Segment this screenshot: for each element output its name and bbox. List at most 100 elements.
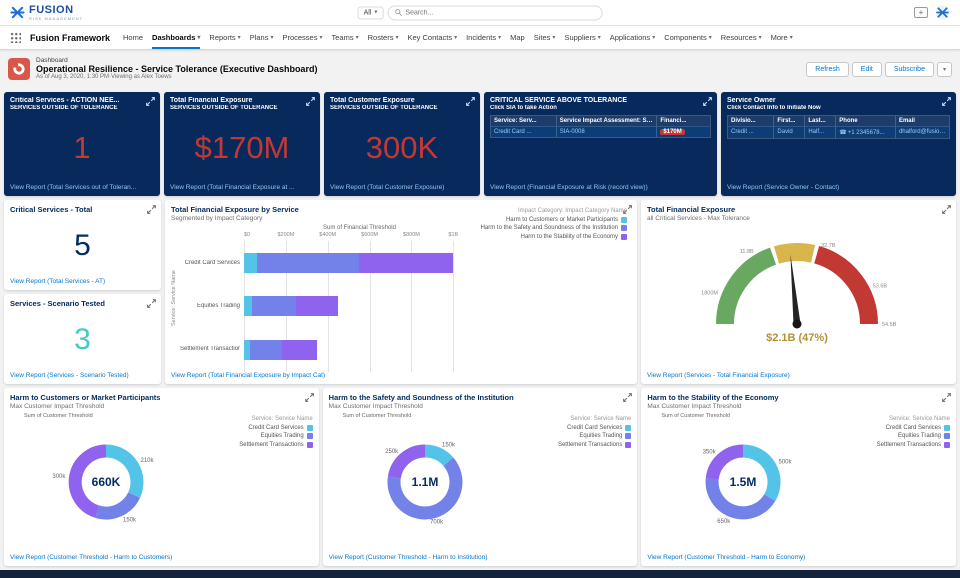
phone-cell[interactable]: ☎+1 2345678... [836, 126, 896, 138]
expand-icon[interactable] [146, 97, 155, 106]
search-input[interactable] [405, 9, 596, 16]
column-header[interactable]: First... [774, 116, 806, 126]
new-window-icon[interactable]: + [914, 7, 928, 18]
bar-segment[interactable] [244, 252, 257, 273]
legend-item[interactable]: Equities Trading [846, 433, 951, 439]
last-name-cell[interactable]: Half... [805, 126, 837, 138]
expand-icon[interactable] [147, 205, 156, 214]
view-report-link[interactable]: View Report (Service Owner - Contact) [727, 184, 950, 191]
column-header[interactable]: Last... [805, 116, 837, 126]
brand-logo[interactable]: FUSION RISK MANAGEMENT [10, 4, 83, 21]
nav-item-resources[interactable]: Resources ▾ [721, 26, 762, 49]
bar-segment[interactable] [250, 340, 282, 361]
subscribe-button[interactable]: Subscribe [884, 61, 934, 77]
nav-item-plans[interactable]: Plans ▾ [250, 26, 274, 49]
view-report-link[interactable]: View Report (Total Financial Exposure by… [171, 372, 631, 379]
nav-item-label: Rosters [367, 33, 394, 42]
nav-item-dashboards[interactable]: Dashboards ▾ [152, 26, 201, 49]
expand-icon[interactable] [703, 97, 712, 106]
column-header[interactable]: Service Impact Assessment: Servi... [557, 116, 658, 126]
legend-title: Impact Category: Impact Category Name [517, 208, 627, 214]
table-row[interactable]: Credit Card ... SIA-0008 $170M [491, 126, 710, 137]
nav-item-sites[interactable]: Sites ▾ [534, 26, 556, 49]
view-report-link[interactable]: View Report (Total Services - AT) [10, 278, 155, 285]
column-header[interactable]: Financi... [657, 116, 710, 126]
legend-item[interactable]: Credit Card Services [846, 424, 951, 431]
view-report-link[interactable]: View Report (Customer Threshold - Harm t… [329, 554, 632, 561]
bar-segment[interactable] [281, 340, 318, 361]
donut-slice-equities-trading[interactable] [95, 491, 140, 520]
legend-item[interactable]: Settlement Transactions [527, 441, 632, 448]
column-header[interactable]: Phone [836, 116, 896, 126]
app-name[interactable]: Fusion Framework [30, 33, 110, 43]
view-report-link[interactable]: View Report (Total Customer Exposure) [330, 184, 474, 191]
view-report-link[interactable]: View Report (Services - Scenario Tested) [10, 372, 155, 379]
legend-item[interactable]: Equities Trading [527, 433, 632, 439]
legend-item[interactable]: Credit Card Services [527, 424, 632, 431]
expand-icon[interactable] [147, 299, 156, 308]
expand-icon[interactable] [306, 97, 315, 106]
nav-item-label: Key Contacts [407, 33, 453, 42]
column-header[interactable]: Service: Serv... [491, 116, 557, 126]
view-report-link[interactable]: View Report (Total Services out of Toler… [10, 184, 154, 191]
more-actions-button[interactable]: ▾ [936, 61, 952, 77]
legend-item[interactable]: Harm to the Stability of the Economy [457, 233, 627, 240]
bar-segment[interactable] [256, 252, 360, 273]
expand-icon[interactable] [466, 97, 475, 106]
bar-equities-trading[interactable] [244, 296, 469, 317]
expand-icon[interactable] [942, 97, 951, 106]
app-launcher-icon[interactable] [10, 32, 21, 43]
x-tick-label: $400M [319, 232, 337, 238]
bar-segment[interactable] [296, 296, 339, 317]
legend-item[interactable]: Settlement Transactions [209, 441, 313, 448]
view-report-link[interactable]: View Report (Total Financial Exposure at… [170, 184, 314, 191]
legend-item[interactable]: Settlement Transactions [846, 441, 951, 448]
division-cell[interactable]: Credit ... [728, 126, 775, 138]
nav-item-reports[interactable]: Reports ▾ [209, 26, 240, 49]
view-report-link[interactable]: View Report (Customer Threshold - Harm t… [10, 554, 313, 561]
bar-segment[interactable] [359, 252, 454, 273]
nav-item-map[interactable]: Map [510, 26, 525, 49]
search-scope-select[interactable]: All ▾ [357, 6, 384, 19]
expand-icon[interactable] [942, 205, 951, 214]
nav-item-more[interactable]: More ▾ [771, 26, 793, 49]
sia-link[interactable]: SIA-0008 [556, 126, 658, 137]
legend-item[interactable]: Equities Trading [209, 433, 313, 439]
edit-button[interactable]: Edit [851, 61, 882, 77]
nav-item-applications[interactable]: Applications ▾ [610, 26, 655, 49]
legend-item[interactable]: Harm to the Safety and Soundness of the … [457, 225, 627, 231]
nav-item-incidents[interactable]: Incidents ▾ [466, 26, 501, 49]
fusion-app-icon[interactable] [935, 5, 950, 20]
view-report-link[interactable]: View Report (Financial Exposure at Risk … [490, 184, 711, 191]
first-name-cell[interactable]: David [774, 126, 806, 138]
view-report-link[interactable]: View Report (Customer Threshold - Harm t… [647, 554, 950, 561]
bar-settlement-transactions[interactable] [244, 340, 469, 361]
donut-svg-1: 150k 700k 250k 1.1M [385, 443, 462, 525]
expand-icon[interactable] [304, 393, 314, 402]
nav-item-suppliers[interactable]: Suppliers ▾ [564, 26, 600, 49]
bar-credit-card-services[interactable] [244, 252, 469, 273]
bar-segment[interactable] [252, 296, 297, 317]
nav-item-components[interactable]: Components ▾ [664, 26, 712, 49]
view-report-link[interactable]: View Report (Services - Total Financial … [647, 372, 950, 379]
refresh-button[interactable]: Refresh [806, 61, 849, 77]
column-header[interactable]: Divisio... [728, 116, 775, 126]
nav-item-key-contacts[interactable]: Key Contacts ▾ [407, 26, 457, 49]
service-link[interactable]: Credit Card ... [491, 126, 557, 137]
expand-icon[interactable] [623, 393, 633, 402]
nav-item-processes[interactable]: Processes ▾ [282, 26, 322, 49]
nav-item-home[interactable]: Home [123, 26, 143, 49]
expand-icon[interactable] [942, 393, 951, 402]
nav-item-teams[interactable]: Teams ▾ [332, 26, 359, 49]
nav-item-rosters[interactable]: Rosters ▾ [368, 26, 399, 49]
bar-segment[interactable] [244, 296, 253, 317]
legend-item[interactable]: Harm to Customers or Market Participants [457, 216, 627, 223]
legend-item[interactable]: Credit Card Services [209, 424, 313, 431]
donut-slice-credit-card-services[interactable] [424, 444, 453, 467]
column-header[interactable]: Email [896, 116, 949, 126]
email-cell[interactable]: dhalford@fusionr... [895, 126, 949, 138]
search-box[interactable] [387, 5, 603, 20]
donut-slice-settlement-transactions[interactable] [387, 444, 425, 479]
table-row[interactable]: Credit ... David Half... ☎+1 2345678... … [728, 126, 949, 138]
x-tick-label: $200M [277, 232, 295, 238]
